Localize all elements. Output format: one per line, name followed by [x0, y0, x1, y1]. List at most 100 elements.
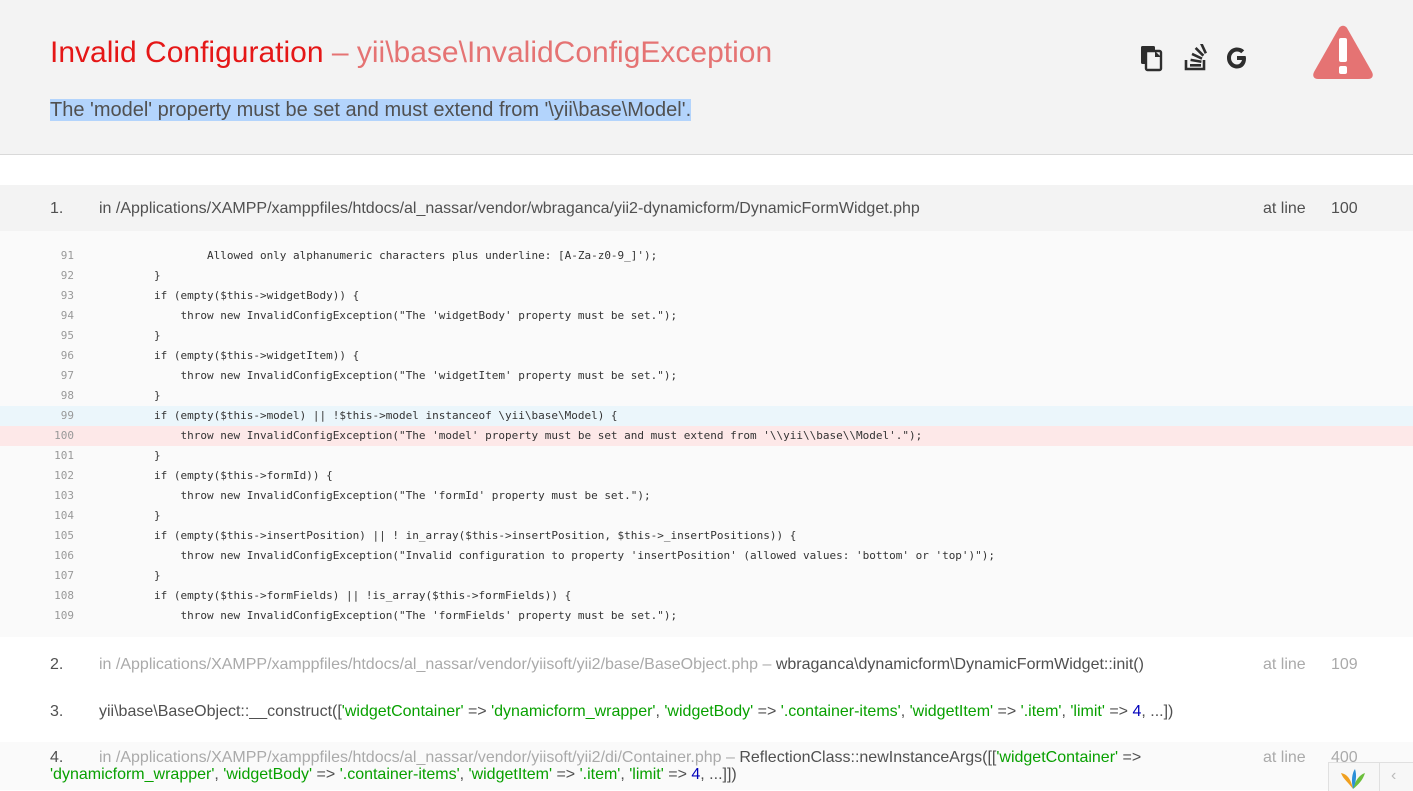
call-suffix: , ...]]): [700, 766, 737, 783]
code-line: 92 }: [0, 266, 1413, 286]
arg-key: 'limit': [1070, 703, 1105, 720]
code-line: 94 throw new InvalidConfigException("The…: [0, 306, 1413, 326]
code-line: 93 if (empty($this->widgetBody)) {: [0, 286, 1413, 306]
frame-number: 1.: [50, 200, 64, 217]
code-line-number: 107: [54, 569, 74, 582]
arg-key: 'widgetBody': [664, 703, 754, 720]
code-line-number: 101: [54, 449, 74, 462]
frame-at-line-label: at line: [1263, 749, 1306, 766]
code-line: 104 }: [0, 506, 1413, 526]
arg-arrow: =>: [312, 766, 340, 783]
frame-file-text: in /Applications/XAMPP/xamppfiles/htdocs…: [99, 656, 759, 673]
error-message: The 'model' property must be set and mus…: [50, 99, 692, 122]
copy-icon[interactable]: [1140, 44, 1166, 72]
code-line-number: 109: [54, 609, 74, 622]
code-line: 108 if (empty($this->formFields) || !is_…: [0, 586, 1413, 606]
arg-key: 'widgetBody': [223, 766, 313, 783]
arg-value: '.container-items': [339, 766, 460, 783]
code-line-number: 104: [54, 509, 74, 522]
arg-comma: ,: [214, 766, 224, 783]
frame-file-path: in /Applications/XAMPP/xamppfiles/htdocs…: [99, 749, 1141, 767]
arg-arrow: =>: [753, 703, 781, 720]
arg-key: 'widgetItem': [468, 766, 552, 783]
code-line: 106 throw new InvalidConfigException("In…: [0, 546, 1413, 566]
debug-toolbar[interactable]: ‹: [1328, 762, 1413, 791]
code-line-text: Allowed only alphanumeric characters plu…: [101, 249, 658, 262]
toolbar-divider: [1379, 763, 1380, 791]
code-line-text: if (empty($this->insertPosition) || ! in…: [101, 529, 797, 542]
code-line-number: 106: [54, 549, 74, 562]
code-line-text: }: [101, 389, 161, 402]
arg-key: 'widgetItem': [909, 703, 994, 720]
code-line: 98 }: [0, 386, 1413, 406]
code-line-text: if (empty($this->widgetBody)) {: [101, 289, 360, 302]
selected-message-text[interactable]: The 'model' property must be set and mus…: [50, 99, 692, 121]
google-icon[interactable]: [1225, 44, 1251, 72]
frame-number: 4.: [50, 749, 64, 766]
arg-arrow: =>: [463, 703, 492, 720]
title-separator: –: [331, 36, 349, 69]
code-line-number: 94: [60, 309, 74, 322]
code-line-number: 99: [60, 409, 74, 422]
arg-comma: ,: [620, 766, 630, 783]
frame-call-continuation: 'dynamicform_wrapper', 'widgetBody' => '…: [50, 766, 737, 784]
code-snippet: 91 Allowed only alphanumeric characters …: [0, 231, 1413, 637]
arg-arrow: =>: [993, 703, 1021, 720]
error-name: Invalid Configuration: [50, 36, 324, 69]
code-line-text: if (empty($this->formFields) || !is_arra…: [101, 589, 572, 602]
arg-value: '.container-items': [780, 703, 901, 720]
code-line: 97 throw new InvalidConfigException("The…: [0, 366, 1413, 386]
frame-file-path: in /Applications/XAMPP/xamppfiles/htdocs…: [99, 656, 1144, 674]
frame-call-separator: –: [721, 749, 740, 766]
code-line: 107 }: [0, 566, 1413, 586]
frame-file-text: in /Applications/XAMPP/xamppfiles/htdocs…: [99, 749, 722, 766]
frame-at-line-label: at line: [1263, 656, 1306, 673]
arg-comma: ,: [1061, 703, 1071, 720]
stack-frame-3: 3. yii\base\BaseObject::__construct(['wi…: [0, 696, 1413, 726]
code-line: 99 if (empty($this->model) || !$this->mo…: [0, 406, 1413, 426]
code-line-text: }: [101, 449, 161, 462]
frame-file-path: in /Applications/XAMPP/xamppfiles/htdocs…: [99, 200, 920, 217]
code-line-number: 100: [54, 429, 74, 442]
code-line: 91 Allowed only alphanumeric characters …: [0, 246, 1413, 266]
arg-value: '.item': [1020, 703, 1062, 720]
frame-line-number: 100: [1331, 200, 1358, 217]
code-line-number: 96: [60, 349, 74, 362]
code-line-number: 108: [54, 589, 74, 602]
arg-int-value: 4: [691, 766, 701, 783]
frame-at-line-label: at line: [1263, 200, 1306, 217]
frame-call: wbraganca\dynamicform\DynamicFormWidget:…: [775, 656, 1144, 673]
code-line-number: 103: [54, 489, 74, 502]
frame-number: 2.: [50, 656, 64, 673]
code-line-text: }: [101, 569, 161, 582]
stack-frame-4[interactable]: 4. in /Applications/XAMPP/xamppfiles/htd…: [0, 742, 1413, 790]
call-suffix: , ...]): [1141, 703, 1174, 720]
arg-comma: ,: [459, 766, 469, 783]
stackoverflow-icon[interactable]: [1183, 44, 1209, 72]
code-line-number: 105: [54, 529, 74, 542]
exception-class[interactable]: yii\base\InvalidConfigException: [357, 36, 772, 69]
code-line-number: 93: [60, 289, 74, 302]
arg-arrow: =>: [1104, 703, 1133, 720]
arg-key: 'widgetContainer': [341, 703, 464, 720]
stack-frame-2[interactable]: 2. in /Applications/XAMPP/xamppfiles/htd…: [0, 650, 1413, 680]
code-line-number: 102: [54, 469, 74, 482]
code-line-text: }: [101, 329, 161, 342]
frame-line-number: 109: [1331, 656, 1358, 673]
arg-value: '.item': [579, 766, 621, 783]
frame-call: yii\base\BaseObject::__construct(['widge…: [99, 703, 1173, 721]
chevron-left-icon[interactable]: ‹: [1391, 767, 1396, 785]
code-line: 101 }: [0, 446, 1413, 466]
code-line: 109 throw new InvalidConfigException("Th…: [0, 606, 1413, 626]
code-line: 96 if (empty($this->widgetItem)) {: [0, 346, 1413, 366]
code-line-text: throw new InvalidConfigException("The 'm…: [101, 429, 923, 442]
stack-frame-1[interactable]: 1. in /Applications/XAMPP/xamppfiles/htd…: [0, 185, 1413, 231]
arg-value: 'dynamicform_wrapper': [491, 703, 656, 720]
warning-icon: [1313, 25, 1373, 79]
code-line: 95 }: [0, 326, 1413, 346]
frame-call-separator: –: [758, 656, 776, 673]
code-line-number: 92: [60, 269, 74, 282]
code-line-text: if (empty($this->widgetItem)) {: [101, 349, 360, 362]
code-line-number: 97: [60, 369, 74, 382]
yii-logo-icon[interactable]: [1339, 767, 1367, 791]
